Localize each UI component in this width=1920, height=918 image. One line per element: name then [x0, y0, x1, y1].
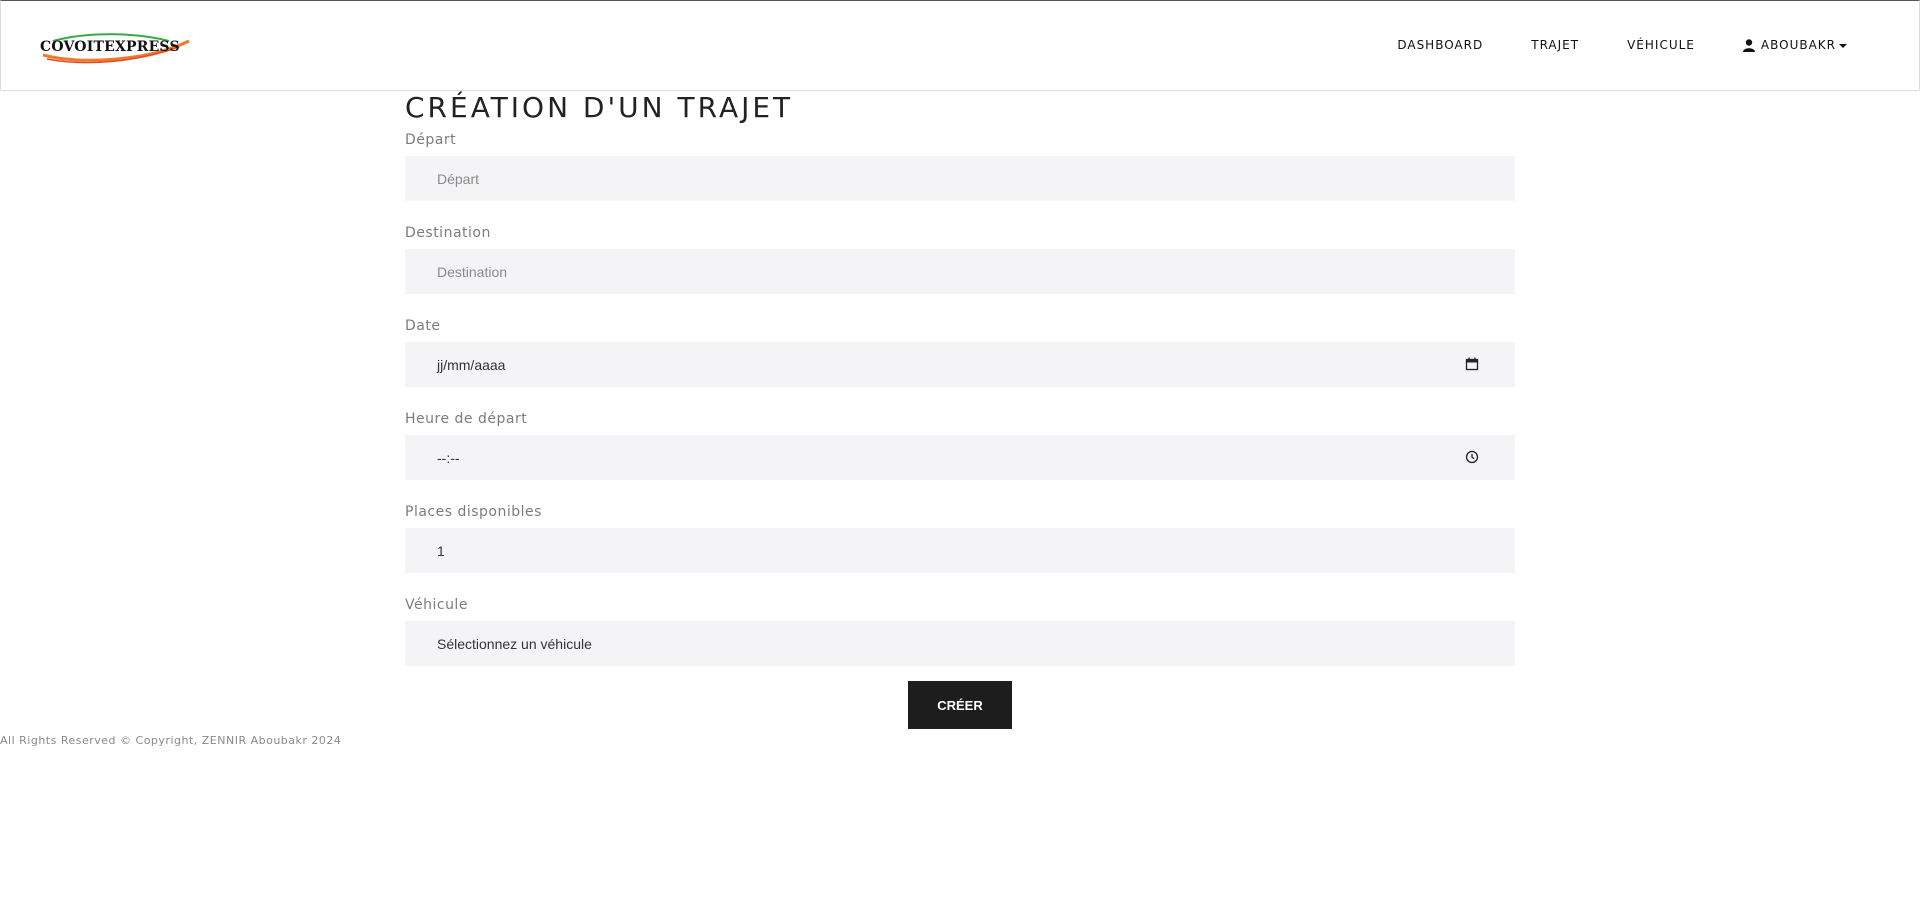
nav-links: DASHBOARD TRAJET VÉHICULE ABOUBAKR: [1349, 38, 1847, 52]
heure-placeholder: --:--: [437, 449, 460, 466]
logo-text: COVOITEXPRESS: [40, 39, 180, 55]
nav-dashboard[interactable]: DASHBOARD: [1397, 38, 1483, 52]
caret-down-icon: [1839, 43, 1847, 48]
places-label: Places disponibles: [405, 504, 542, 520]
create-button[interactable]: CRÉER: [908, 681, 1012, 729]
date-input[interactable]: jj/mm/aaaa: [405, 342, 1515, 387]
destination-label: Destination: [405, 225, 491, 241]
vehicule-select[interactable]: Sélectionnez un véhicule: [405, 621, 1515, 666]
vehicule-label: Véhicule: [405, 597, 468, 613]
places-input[interactable]: 1: [405, 528, 1515, 573]
user-icon: [1742, 38, 1755, 52]
footer-copyright: All Rights Reserved © Copyright, ZENNIR …: [0, 734, 342, 747]
date-placeholder: jj/mm/aaaa: [437, 356, 506, 373]
trip-form-container: CRÉATION D'UN TRAJET Départ Départ Desti…: [405, 88, 1515, 688]
user-name: ABOUBAKR: [1760, 38, 1836, 52]
destination-input[interactable]: Destination: [405, 249, 1515, 294]
depart-label: Départ: [405, 132, 457, 148]
date-label: Date: [405, 318, 441, 334]
calendar-icon[interactable]: [1465, 357, 1479, 371]
clock-icon[interactable]: [1465, 450, 1479, 464]
heure-input[interactable]: --:--: [405, 435, 1515, 480]
navbar: COVOITEXPRESS DASHBOARD TRAJET VÉHICULE …: [0, 0, 1920, 91]
logo[interactable]: COVOITEXPRESS: [39, 31, 199, 65]
user-menu[interactable]: ABOUBAKR: [1742, 38, 1847, 52]
nav-trajet[interactable]: TRAJET: [1531, 38, 1579, 52]
submit-row: CRÉER: [908, 681, 1012, 729]
page-title: CRÉATION D'UN TRAJET: [405, 91, 794, 124]
nav-vehicule[interactable]: VÉHICULE: [1627, 38, 1695, 52]
heure-label: Heure de départ: [405, 411, 528, 427]
depart-input[interactable]: Départ: [405, 156, 1515, 201]
